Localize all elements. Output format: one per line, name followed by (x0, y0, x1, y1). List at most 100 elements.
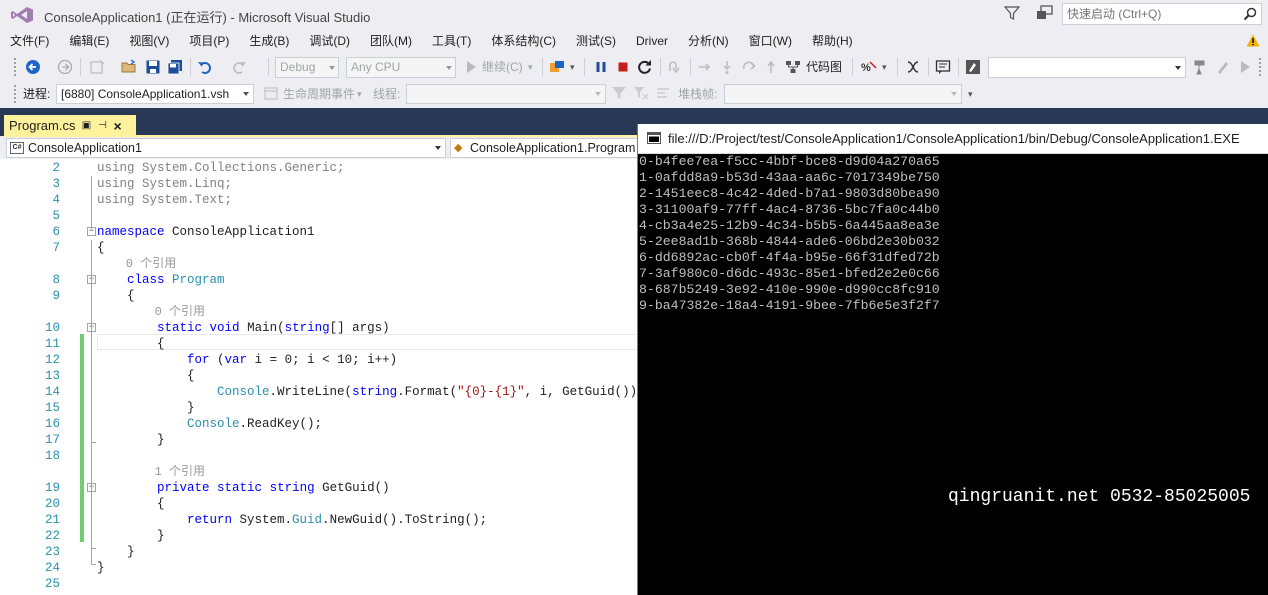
code-text[interactable]: { (97, 288, 135, 304)
code-text[interactable]: class Program (97, 272, 225, 288)
lifecycle-events-button[interactable] (262, 83, 280, 103)
codelens-reference-count[interactable]: 1 个引用 (0, 464, 638, 480)
thread-dropdown[interactable] (406, 84, 606, 104)
code-line[interactable]: 4 using System.Text; (0, 192, 638, 208)
highlight-button[interactable] (1214, 57, 1232, 77)
code-map-label[interactable]: 代码图 (806, 57, 842, 77)
toolbar-grip[interactable] (13, 84, 17, 104)
process-dropdown[interactable]: [6880] ConsoleApplication1.vsh (56, 84, 254, 104)
stop-debugging-button[interactable] (614, 57, 632, 77)
codelens-text[interactable]: 1 个引用 (97, 464, 205, 480)
navigate-back-button[interactable] (24, 57, 42, 77)
tab-menu-icon[interactable]: ▣ (81, 120, 91, 132)
code-map-button[interactable] (784, 57, 802, 77)
notification-filter-icon[interactable] (1004, 5, 1020, 21)
threads-button[interactable] (904, 57, 922, 77)
feedback-icon[interactable] (1036, 5, 1054, 21)
code-text[interactable]: Console.WriteLine(string.Format("{0}-{1}… (97, 384, 638, 400)
code-text[interactable]: namespace ConsoleApplication1 (97, 224, 315, 240)
code-line[interactable]: 22 } (0, 528, 638, 544)
solution-platform-dropdown[interactable]: Any CPU (346, 57, 456, 78)
unflag-threads-button[interactable] (632, 83, 650, 103)
menu-edit[interactable]: 编辑(E) (59, 30, 119, 52)
codelens-text[interactable]: 0 个引用 (97, 304, 205, 320)
quick-launch-box[interactable] (1062, 3, 1262, 25)
chevron-down-icon[interactable]: ▾ (968, 85, 973, 103)
code-line[interactable]: 7{ (0, 240, 638, 256)
warning-icon[interactable] (1246, 34, 1260, 47)
save-all-button[interactable] (166, 57, 184, 77)
chevron-down-icon[interactable]: ▾ (357, 85, 362, 103)
code-text[interactable]: { (97, 496, 165, 512)
code-text[interactable]: } (97, 544, 135, 560)
lifecycle-events-label[interactable]: 生命周期事件 (283, 85, 355, 103)
code-line[interactable]: 2 using System.Collections.Generic; (0, 160, 638, 176)
menu-project[interactable]: 项目(P) (179, 30, 239, 52)
open-file-button[interactable] (120, 57, 138, 77)
code-line[interactable]: 15 } (0, 400, 638, 416)
code-line[interactable]: 18 (0, 448, 638, 464)
menu-driver[interactable]: Driver (626, 30, 678, 52)
solution-configuration-dropdown[interactable]: Debug (275, 57, 339, 78)
stack-frame-dropdown[interactable] (724, 84, 962, 104)
code-text[interactable]: } (97, 528, 165, 544)
codelens-text[interactable]: 0 个引用 (97, 256, 176, 272)
code-line[interactable]: 20 { (0, 496, 638, 512)
format-painter-button[interactable] (1192, 57, 1210, 77)
code-text[interactable]: private static string GetGuid() (97, 480, 390, 496)
code-text[interactable]: using System.Collections.Generic; (97, 160, 345, 176)
code-line[interactable]: 12 for (var i = 0; i < 10; i++) (0, 352, 638, 368)
type-dropdown[interactable]: ◆ ConsoleApplication1.Program (450, 138, 650, 158)
show-threads-in-source-button[interactable] (654, 83, 672, 103)
code-line[interactable]: 16 Console.ReadKey(); (0, 416, 638, 432)
find-in-files-button[interactable] (964, 57, 982, 77)
codelens-reference-count[interactable]: 0 个引用 (0, 256, 638, 272)
code-line[interactable]: 3 using System.Linq; (0, 176, 638, 192)
menu-analyze[interactable]: 分析(N) (678, 30, 739, 52)
project-dropdown[interactable]: C# ConsoleApplication1 (6, 138, 446, 158)
code-text[interactable]: } (97, 400, 195, 416)
run-button[interactable] (1236, 57, 1254, 77)
quick-launch-input[interactable] (1063, 4, 1233, 24)
code-text[interactable]: static void Main(string[] args) (97, 320, 390, 336)
code-text[interactable]: using System.Linq; (97, 176, 232, 192)
pin-icon[interactable]: ⊣ (97, 120, 107, 132)
code-line[interactable]: 24} (0, 560, 638, 576)
code-text[interactable]: { (97, 240, 105, 256)
code-text[interactable]: } (97, 560, 105, 576)
console-title-bar[interactable]: file:///D:/Project/test/ConsoleApplicati… (638, 124, 1268, 154)
menu-team[interactable]: 团队(M) (360, 30, 422, 52)
undo-button[interactable] (196, 57, 214, 77)
code-editor[interactable]: 2 using System.Collections.Generic; 3 using… (0, 159, 638, 595)
continue-label[interactable]: 继续(C) (482, 57, 523, 77)
save-button[interactable] (144, 57, 162, 77)
flag-threads-button[interactable] (610, 83, 628, 103)
hex-display-button[interactable]: % (860, 57, 878, 77)
toolbar-grip[interactable] (1258, 57, 1262, 77)
code-text[interactable]: for (var i = 0; i < 10; i++) (97, 352, 397, 368)
show-next-statement-button[interactable] (666, 57, 684, 77)
break-all-button[interactable] (592, 57, 610, 77)
code-line[interactable]: 11 { (0, 336, 638, 352)
menu-build[interactable]: 生成(B) (239, 30, 299, 52)
code-text[interactable]: { (97, 368, 195, 384)
code-text[interactable]: return System.Guid.NewGuid().ToString(); (97, 512, 487, 528)
code-line[interactable]: 14 Console.WriteLine(string.Format("{0}-… (0, 384, 638, 400)
code-line[interactable]: 17 } (0, 432, 638, 448)
step-into-button[interactable] (696, 57, 714, 77)
code-line[interactable]: 5 (0, 208, 638, 224)
chevron-down-icon[interactable]: ▾ (570, 57, 575, 77)
tab-program-cs[interactable]: Program.cs ▣ ⊣ × (4, 115, 136, 136)
code-line[interactable]: 25 (0, 576, 638, 592)
step-over-button[interactable] (718, 57, 736, 77)
restart-button[interactable] (636, 57, 654, 77)
menu-tools[interactable]: 工具(T) (422, 30, 481, 52)
close-icon[interactable]: × (113, 119, 121, 133)
chevron-down-icon[interactable]: ▾ (528, 57, 533, 77)
comment-button[interactable] (934, 57, 952, 77)
code-line[interactable]: 21 return System.Guid.NewGuid().ToString… (0, 512, 638, 528)
menu-architecture[interactable]: 体系结构(C) (481, 30, 566, 52)
step-out-button[interactable] (740, 57, 758, 77)
menu-view[interactable]: 视图(V) (119, 30, 179, 52)
code-text[interactable]: } (97, 432, 165, 448)
